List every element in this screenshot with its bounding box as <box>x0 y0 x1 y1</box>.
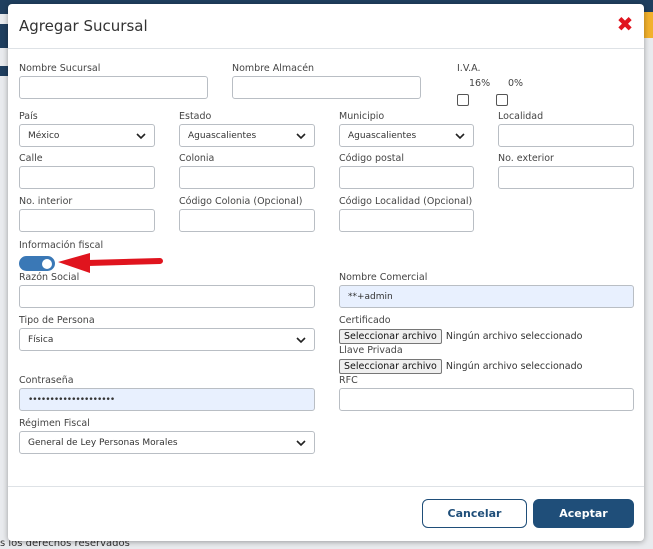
codigo-postal-field: Código postal <box>339 153 474 189</box>
llave-privada-select-button[interactable]: Seleccionar archivo <box>339 359 442 374</box>
chevron-down-icon <box>296 132 306 139</box>
codigo-postal-input[interactable] <box>339 166 474 189</box>
toggle-knob <box>42 258 52 269</box>
no-interior-label: No. interior <box>19 196 73 207</box>
colonia-field: Colonia <box>179 153 315 189</box>
nombre-comercial-input[interactable]: **+admin <box>339 285 634 308</box>
pais-field: País México <box>19 111 155 147</box>
regimen-fiscal-label: Régimen Fiscal <box>19 418 90 429</box>
close-icon[interactable]: ✖ <box>616 14 634 34</box>
nombre-almacen-input[interactable] <box>232 76 421 99</box>
contrasena-field: Contraseña •••••••••••••••••••• <box>19 375 315 411</box>
municipio-select[interactable]: Aguascalientes <box>339 124 474 147</box>
cancel-button[interactable]: Cancelar <box>422 499 527 528</box>
chevron-down-icon <box>136 132 146 139</box>
razon-social-input[interactable] <box>19 285 315 308</box>
calle-label: Calle <box>19 153 43 164</box>
codigo-colonia-field: Código Colonia (Opcional) <box>179 196 315 232</box>
localidad-input[interactable] <box>498 124 634 147</box>
background-sidebar-mark <box>0 66 8 76</box>
rfc-input[interactable] <box>339 388 634 411</box>
estado-field: Estado Aguascalientes <box>179 111 315 147</box>
pais-select[interactable]: México <box>19 124 155 147</box>
certificado-file-input: Seleccionar archivo Ningún archivo selec… <box>339 329 582 344</box>
codigo-localidad-label: Código Localidad (Opcional) <box>339 196 473 207</box>
estado-select[interactable]: Aguascalientes <box>179 124 315 147</box>
tipo-persona-select[interactable]: Física <box>19 328 315 351</box>
nombre-comercial-label: Nombre Comercial <box>339 272 428 283</box>
razon-social-field: Razón Social <box>19 272 315 308</box>
iva-16-checkbox[interactable] <box>457 94 469 106</box>
no-interior-field: No. interior <box>19 196 155 232</box>
codigo-postal-label: Código postal <box>339 153 404 164</box>
accept-button[interactable]: Aceptar <box>533 499 634 528</box>
calle-input[interactable] <box>19 166 155 189</box>
tipo-persona-field: Tipo de Persona Física <box>19 315 315 351</box>
pais-label: País <box>19 111 38 122</box>
municipio-value: Aguascalientes <box>348 130 417 141</box>
nombre-almacen-label: Nombre Almacén <box>232 63 315 74</box>
tipo-persona-label: Tipo de Persona <box>19 315 95 326</box>
nombre-sucursal-label: Nombre Sucursal <box>19 63 101 74</box>
tipo-persona-value: Física <box>28 334 54 345</box>
colonia-label: Colonia <box>179 153 215 164</box>
codigo-localidad-input[interactable] <box>339 209 474 232</box>
no-exterior-input[interactable] <box>498 166 634 189</box>
contrasena-label: Contraseña <box>19 375 74 386</box>
estado-value: Aguascalientes <box>188 130 257 141</box>
iva-label: I.V.A. <box>457 63 481 74</box>
info-fiscal-label: Información fiscal <box>19 240 104 251</box>
nombre-almacen-field: Nombre Almacén <box>232 63 421 99</box>
razon-social-label: Razón Social <box>19 272 80 283</box>
rfc-label: RFC <box>339 375 358 386</box>
codigo-colonia-label: Código Colonia (Opcional) <box>179 196 303 207</box>
llave-privada-status: Ningún archivo seleccionado <box>445 361 583 372</box>
municipio-label: Municipio <box>339 111 385 122</box>
contrasena-input[interactable]: •••••••••••••••••••• <box>19 388 315 411</box>
localidad-label: Localidad <box>498 111 544 122</box>
modal-title: Agregar Sucursal <box>19 17 148 35</box>
iva-field: I.V.A. <box>457 63 480 76</box>
colonia-input[interactable] <box>179 166 315 189</box>
chevron-down-icon <box>296 439 306 446</box>
codigo-localidad-field: Código Localidad (Opcional) <box>339 196 474 232</box>
no-exterior-field: No. exterior <box>498 153 634 189</box>
calle-field: Calle <box>19 153 155 189</box>
certificado-label: Certificado <box>339 315 391 326</box>
pais-value: México <box>28 130 60 141</box>
regimen-fiscal-select[interactable]: General de Ley Personas Morales <box>19 431 315 454</box>
background-sidebar-tab <box>0 24 8 48</box>
info-fiscal-toggle[interactable] <box>19 256 55 271</box>
regimen-fiscal-field: Régimen Fiscal General de Ley Personas M… <box>19 418 315 454</box>
llave-privada-file-input: Seleccionar archivo Ningún archivo selec… <box>339 359 582 374</box>
nombre-sucursal-input[interactable] <box>19 76 208 99</box>
iva-0-checkbox[interactable] <box>496 94 508 106</box>
modal-footer: Cancelar Aceptar <box>8 486 644 542</box>
estado-label: Estado <box>179 111 212 122</box>
llave-privada-label: Llave Privada <box>339 345 403 356</box>
iva-0-label: 0% <box>508 78 524 89</box>
certificado-select-button[interactable]: Seleccionar archivo <box>339 329 442 344</box>
no-interior-input[interactable] <box>19 209 155 232</box>
codigo-colonia-input[interactable] <box>179 209 315 232</box>
no-exterior-label: No. exterior <box>498 153 554 164</box>
iva-16-label: 16% <box>469 78 491 89</box>
agregar-sucursal-modal: Agregar Sucursal ✖ Nombre Sucursal Nombr… <box>8 4 644 541</box>
rfc-field: RFC <box>339 375 634 411</box>
municipio-field: Municipio Aguascalientes <box>339 111 474 147</box>
nombre-sucursal-field: Nombre Sucursal <box>19 63 208 99</box>
chevron-down-icon <box>455 132 465 139</box>
localidad-field: Localidad <box>498 111 634 147</box>
chevron-down-icon <box>296 336 306 343</box>
regimen-fiscal-value: General de Ley Personas Morales <box>28 437 178 448</box>
background-right-tab <box>643 12 653 38</box>
certificado-status: Ningún archivo seleccionado <box>445 331 583 342</box>
modal-header: Agregar Sucursal ✖ <box>8 4 644 49</box>
nombre-comercial-field: Nombre Comercial **+admin <box>339 272 634 308</box>
